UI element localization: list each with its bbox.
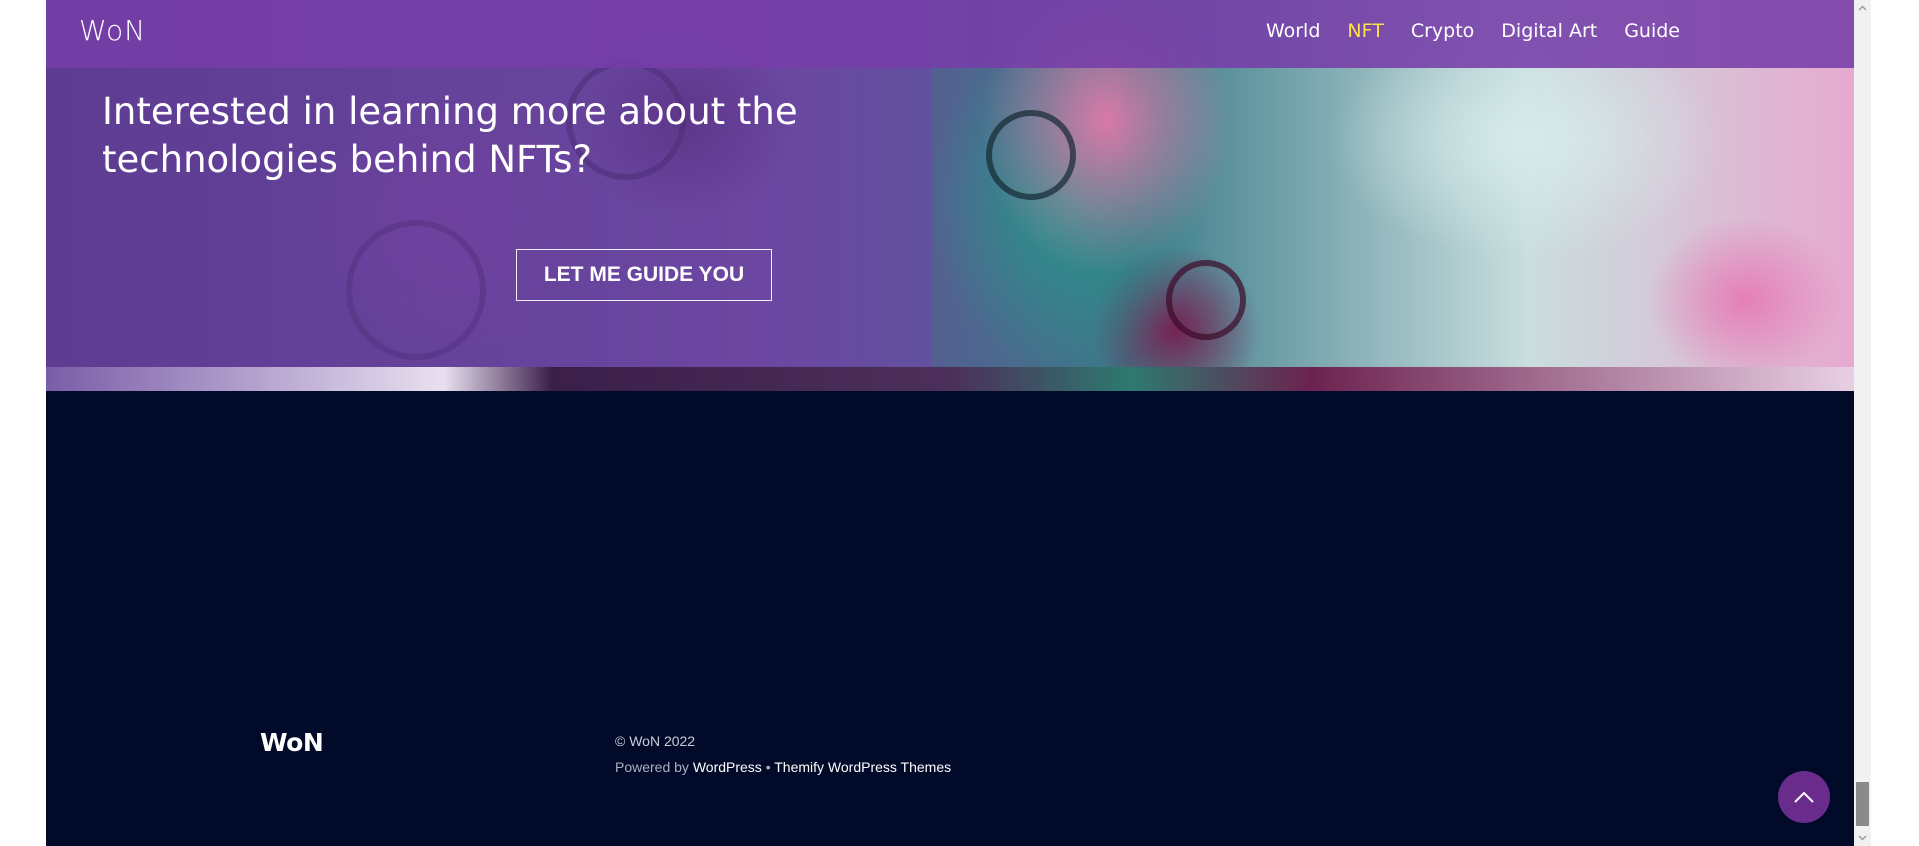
nav-item-digital-art[interactable]: Digital Art xyxy=(1501,20,1597,42)
main-nav: World NFT Crypto Digital Art Guide xyxy=(1266,20,1680,42)
powered-by-label: Powered by xyxy=(615,759,689,775)
back-to-top-button[interactable] xyxy=(1778,771,1830,823)
artwork-swirl xyxy=(986,110,1076,200)
footer-credits: Powered by WordPress • Themify WordPress… xyxy=(615,759,951,775)
footer-copyright: © WoN 2022 xyxy=(615,733,696,749)
themify-link[interactable]: Themify WordPress Themes xyxy=(774,759,951,775)
scrollbar-thumb[interactable] xyxy=(1856,782,1869,826)
scrollbar[interactable] xyxy=(1854,0,1871,846)
site-header: WoN World NFT Crypto Digital Art Guide xyxy=(46,0,1854,68)
nav-item-crypto[interactable]: Crypto xyxy=(1411,20,1474,42)
guide-button[interactable]: LET ME GUIDE YOU xyxy=(516,249,772,301)
scroll-down-arrow-icon[interactable] xyxy=(1857,833,1868,843)
scroll-up-arrow-icon[interactable] xyxy=(1857,3,1868,13)
nav-item-nft[interactable]: NFT xyxy=(1347,20,1383,42)
footer-logo[interactable]: WoN xyxy=(260,728,324,757)
wordpress-link[interactable]: WordPress xyxy=(693,759,762,775)
nav-item-world[interactable]: World xyxy=(1266,20,1320,42)
nav-item-guide[interactable]: Guide xyxy=(1624,20,1680,42)
page-viewport: Interested in learning more about the te… xyxy=(46,0,1871,846)
chevron-up-icon xyxy=(1794,791,1814,803)
credits-separator: • xyxy=(765,759,771,775)
hero-title: Interested in learning more about the te… xyxy=(102,90,798,181)
hero-artwork-strip xyxy=(46,367,1854,391)
site-logo[interactable]: WoN xyxy=(79,14,146,47)
artwork-swirl xyxy=(1166,260,1246,340)
